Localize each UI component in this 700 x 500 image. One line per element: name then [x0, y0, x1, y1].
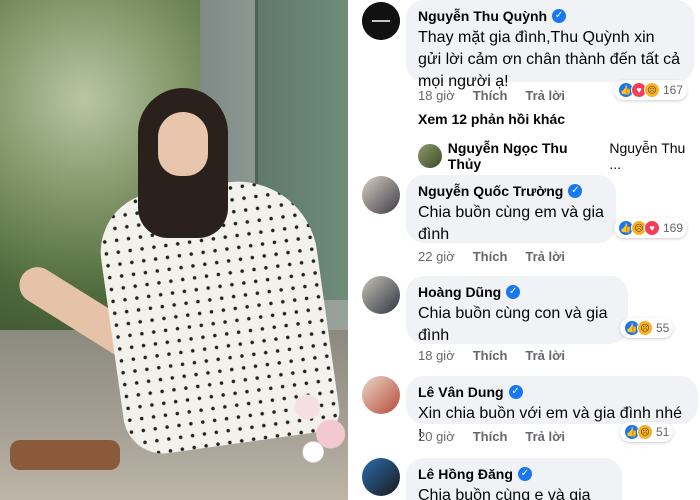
reply-author: Nguyễn Ngọc Thu Thủy — [447, 140, 568, 172]
comment-time[interactable]: 18 giờ — [418, 88, 455, 103]
comment-bubble: Lê Vân Dung ✓ Xin chia buồn với em và gi… — [406, 376, 698, 444]
reaction-summary[interactable]: 👍 ☹ 51 — [620, 422, 674, 442]
like-button[interactable]: Thích — [473, 348, 508, 363]
photo-face — [158, 112, 208, 176]
love-reaction-icon: ♥ — [644, 220, 660, 236]
comment-time[interactable]: 22 giờ — [418, 249, 455, 264]
reply-button[interactable]: Trả lời — [525, 249, 565, 264]
reaction-count: 167 — [663, 83, 684, 97]
sad-reaction-icon: ☹ — [644, 82, 660, 98]
view-more-replies[interactable]: Xem 12 phản hồi khác — [418, 111, 565, 127]
reply-button[interactable]: Trả lời — [525, 348, 565, 363]
photo-flowers — [290, 380, 348, 470]
comment-author[interactable]: Nguyễn Thu Quỳnh — [418, 8, 547, 24]
comment-author[interactable]: Hoàng Dũng — [418, 284, 501, 300]
verified-badge-icon: ✓ — [568, 184, 583, 198]
comments-panel: Nguyễn Thu Quỳnh ✓ Thay mặt gia đình,Thu… — [348, 0, 700, 500]
photo-shoe — [10, 440, 120, 470]
like-button[interactable]: Thích — [473, 88, 508, 103]
comment-text: Chia buồn cùng em và gia đình — [418, 204, 604, 243]
reaction-count: 51 — [656, 425, 670, 439]
sad-reaction-icon: ☹ — [637, 320, 653, 336]
reply-text: Nguyễn Thu ... — [609, 140, 686, 172]
comment-author[interactable]: Lê Vân Dung — [418, 384, 504, 400]
comment-actions: 20 giờ Thích Trả lời — [418, 429, 565, 444]
reaction-count: 55 — [656, 321, 670, 335]
mourning-ribbon-icon — [362, 2, 400, 40]
reply-button[interactable]: Trả lời — [525, 88, 565, 103]
avatar[interactable] — [362, 458, 400, 496]
verified-badge-icon: ✓ — [506, 285, 521, 299]
reaction-summary[interactable]: 👍 ☹ 55 — [620, 318, 674, 338]
like-button[interactable]: Thích — [473, 429, 508, 444]
verified-badge-icon: ✓ — [517, 467, 532, 481]
reaction-count: 169 — [663, 221, 684, 235]
verified-badge-icon: ✓ — [552, 9, 567, 23]
reply-preview[interactable]: Nguyễn Ngọc Thu Thủy Nguyễn Thu ... — [418, 140, 700, 172]
avatar[interactable] — [362, 2, 400, 40]
avatar[interactable] — [362, 276, 400, 314]
comment-time[interactable]: 20 giờ — [418, 429, 455, 444]
comment-text: Chia buồn cùng con và gia đình — [418, 305, 608, 344]
comment-bubble: Hoàng Dũng ✓ Chia buồn cùng con và gia đ… — [406, 276, 628, 344]
avatar[interactable] — [362, 176, 400, 214]
sad-reaction-icon: ☹ — [637, 424, 653, 440]
avatar — [418, 144, 442, 168]
comment-actions: 18 giờ Thích Trả lời — [418, 88, 565, 103]
post-photo[interactable] — [0, 0, 348, 500]
comment-bubble: Nguyễn Thu Quỳnh ✓ Thay mặt gia đình,Thu… — [406, 0, 694, 90]
comment-bubble: Lê Hồng Đăng ✓ Chia buồn cùng e và gia — [406, 458, 622, 500]
reaction-summary[interactable]: 👍 ☹ ♥ 169 — [614, 218, 688, 238]
comment-text: Chia buồn cùng e và gia — [418, 487, 591, 500]
comment-author[interactable]: Lê Hồng Đăng — [418, 466, 513, 482]
comment-time[interactable]: 18 giờ — [418, 348, 455, 363]
comment-actions: 22 giờ Thích Trả lời — [418, 249, 565, 264]
avatar[interactable] — [362, 376, 400, 414]
reply-button[interactable]: Trả lời — [525, 429, 565, 444]
comment-author[interactable]: Nguyễn Quốc Trường — [418, 183, 563, 199]
like-button[interactable]: Thích — [473, 249, 508, 264]
verified-badge-icon: ✓ — [508, 385, 523, 399]
comment-actions: 18 giờ Thích Trả lời — [418, 348, 565, 363]
comment-bubble: Nguyễn Quốc Trường ✓ Chia buồn cùng em v… — [406, 175, 616, 243]
reaction-summary[interactable]: 👍 ♥ ☹ 167 — [614, 80, 688, 100]
